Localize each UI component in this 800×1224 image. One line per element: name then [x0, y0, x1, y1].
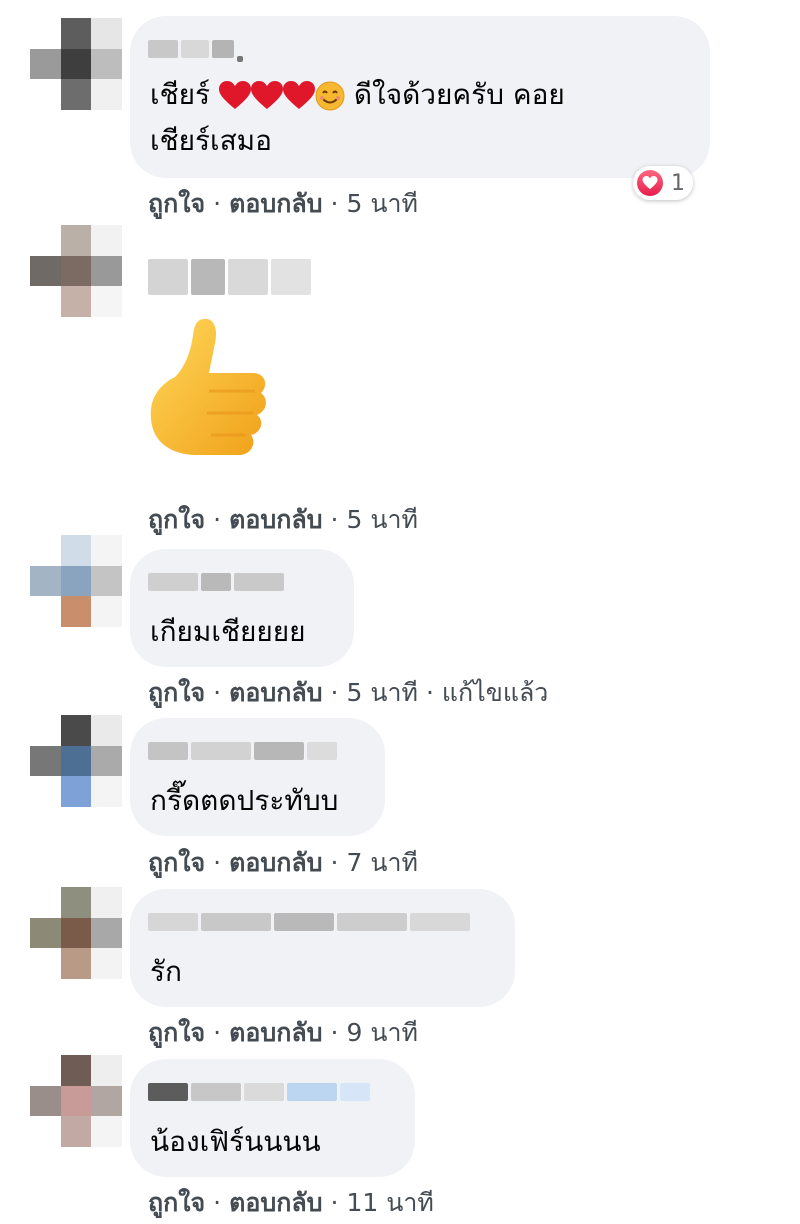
comment-bubble: รัก — [130, 889, 515, 1007]
comment-4: กรี๊ดตดประทับบ ถูกใจ · ตอบกลับ · 7 นาที — [0, 705, 800, 877]
avatar[interactable] — [30, 887, 122, 979]
timestamp[interactable]: 5 นาที — [347, 505, 418, 534]
comment-6: น้องเฟิร์นนนน ถูกใจ · ตอบกลับ · 11 นาที — [0, 1045, 800, 1224]
commenter-name-blurred[interactable] — [148, 257, 311, 297]
comment-3: เกียมเชียยยย ถูกใจ · ตอบกลับ · 5 นาที · แก้ไขแ… — [0, 535, 800, 707]
commenter-name-blurred[interactable] — [148, 36, 243, 62]
timestamp[interactable]: 9 นาที — [347, 1018, 418, 1047]
reply-link[interactable]: ตอบกลับ — [229, 1018, 322, 1047]
like-link[interactable]: ถูกใจ — [148, 1188, 205, 1217]
separator: · — [330, 189, 339, 218]
comment-text-part: ดีใจด้วยครับ คอย — [353, 78, 565, 111]
separator: · — [330, 1018, 339, 1047]
commenter-name-blurred[interactable] — [148, 569, 284, 595]
avatar[interactable] — [30, 715, 122, 807]
avatar[interactable] — [30, 1055, 122, 1147]
comment-2 — [0, 225, 800, 535]
comment-text: เกียมเชียยยย — [150, 615, 306, 648]
separator: · — [213, 848, 222, 877]
like-link[interactable]: ถูกใจ — [148, 848, 205, 877]
reply-link[interactable]: ตอบกลับ — [229, 189, 322, 218]
comment-bubble: เกียมเชียยยย — [130, 549, 354, 667]
timestamp[interactable]: 7 นาที — [347, 848, 418, 877]
comment-5: รัก ถูกใจ · ตอบกลับ · 9 นาที — [0, 875, 800, 1047]
red-heart-emoji-icon — [282, 81, 315, 109]
timestamp[interactable]: 5 นาที — [347, 189, 418, 218]
separator: · — [330, 678, 339, 707]
separator: · — [213, 1188, 222, 1217]
commenter-name-blurred[interactable] — [148, 909, 470, 935]
comment-text-line2: เชียร์เสมอ — [150, 124, 272, 157]
comment-text-part: เชียร์ — [150, 78, 211, 111]
comment-text: รัก — [150, 955, 182, 988]
red-heart-emoji-icon — [250, 81, 283, 109]
red-heart-emoji-icon — [218, 81, 251, 109]
separator: · — [213, 1018, 222, 1047]
commenter-name-blurred[interactable] — [148, 738, 337, 764]
reply-link[interactable]: ตอบกลับ — [229, 505, 322, 534]
like-link[interactable]: ถูกใจ — [148, 505, 205, 534]
commenter-name-blurred[interactable] — [148, 1079, 370, 1105]
separator: · — [213, 189, 222, 218]
like-link[interactable]: ถูกใจ — [148, 678, 205, 707]
comment-actions: ถูกใจ · ตอบกลับ · 5 นาที — [148, 184, 418, 224]
smiling-face-emoji-icon — [315, 81, 345, 111]
avatar[interactable] — [30, 535, 122, 627]
comment-text: เชียร์ ดีใจด้วยครับ คอย — [150, 72, 565, 118]
reply-link[interactable]: ตอบกลับ — [229, 1188, 322, 1217]
reaction-count: 1 — [671, 170, 685, 196]
reaction-badge[interactable]: 1 — [633, 166, 693, 200]
timestamp[interactable]: 5 นาที — [347, 678, 418, 707]
reply-link[interactable]: ตอบกลับ — [229, 678, 322, 707]
comment-text: น้องเฟิร์นนนน — [150, 1125, 321, 1158]
separator: · — [330, 848, 339, 877]
comment-actions: ถูกใจ · ตอบกลับ · 5 นาที — [148, 500, 418, 540]
separator: · — [425, 678, 434, 707]
timestamp[interactable]: 11 นาที — [347, 1188, 434, 1217]
separator: · — [213, 505, 222, 534]
separator: · — [213, 678, 222, 707]
comment-bubble: กรี๊ดตดประทับบ — [130, 718, 385, 836]
comment-actions: ถูกใจ · ตอบกลับ · 11 นาที — [148, 1183, 434, 1223]
separator: · — [330, 505, 339, 534]
comment-bubble: เชียร์ ดีใจด้วยครับ คอย เชียร์เสมอ — [130, 16, 710, 178]
reply-link[interactable]: ตอบกลับ — [229, 848, 322, 877]
separator: · — [330, 1188, 339, 1217]
love-reaction-icon — [637, 170, 663, 196]
comment-bubble: น้องเฟิร์นนนน — [130, 1059, 415, 1177]
comment-1: เชียร์ ดีใจด้วยครับ คอย เชียร์เสมอ 1 ถูก… — [0, 0, 800, 225]
like-link[interactable]: ถูกใจ — [148, 189, 205, 218]
avatar[interactable] — [30, 18, 122, 110]
edited-label: แก้ไขแล้ว — [441, 678, 549, 707]
avatar[interactable] — [30, 225, 122, 317]
like-link[interactable]: ถูกใจ — [148, 1018, 205, 1047]
comment-text: กรี๊ดตดประทับบ — [150, 784, 339, 817]
thumbs-up-sticker-icon — [150, 318, 266, 455]
